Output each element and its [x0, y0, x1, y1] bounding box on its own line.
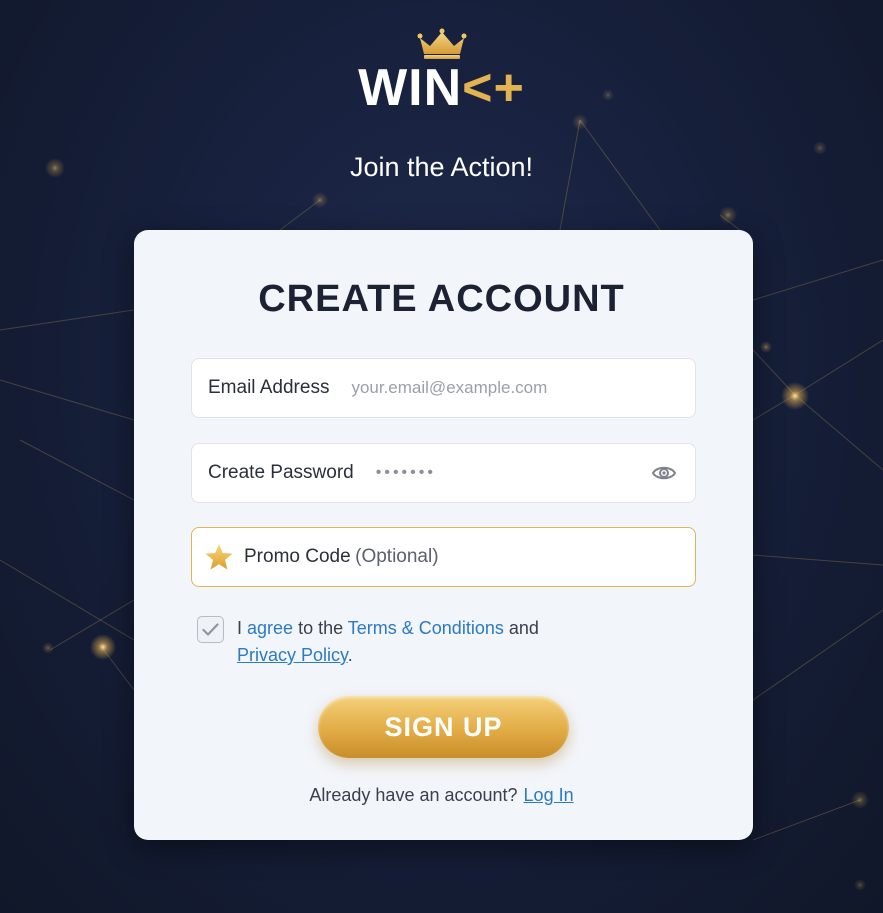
agree-end: .	[347, 645, 353, 665]
terms-agreement-text: I agree to the Terms & Conditions and Pri…	[237, 615, 617, 669]
agree-word: agree	[247, 618, 294, 638]
agree-prefix: I	[237, 618, 248, 638]
log-in-link[interactable]: Log In	[524, 785, 574, 805]
brand-logo: WIN<+	[0, 58, 883, 118]
email-label: Email Address	[208, 377, 330, 398]
promo-optional-hint: (Optional)	[355, 546, 439, 567]
terms-checkbox[interactable]	[197, 616, 224, 643]
logo-accent-text: <+	[462, 59, 525, 117]
login-prompt: Already have an account?	[309, 785, 518, 805]
crown-icon	[417, 28, 467, 59]
email-field[interactable]: Email Address	[191, 358, 696, 418]
agree-mid: to the	[293, 618, 348, 638]
eye-icon[interactable]	[651, 461, 677, 485]
password-field[interactable]: Create Password •••••••	[191, 443, 696, 503]
logo-main-text: WIN	[358, 59, 463, 117]
email-input[interactable]	[351, 373, 612, 403]
promo-label: Promo Code	[244, 546, 351, 567]
login-prompt-row: Already have an account? Log In	[0, 783, 883, 807]
sign-up-button[interactable]: SIGN UP	[318, 696, 569, 758]
form-title: CREATE ACCOUNT	[258, 278, 625, 320]
password-label: Create Password	[208, 462, 354, 483]
privacy-policy-link[interactable]: Privacy Policy	[237, 645, 348, 665]
agree-and: and	[503, 618, 539, 638]
tagline: Join the Action!	[349, 152, 534, 182]
password-input[interactable]: •••••••	[376, 464, 436, 482]
terms-link[interactable]: Terms & Conditions	[348, 618, 504, 638]
star-icon	[205, 544, 233, 570]
promo-code-field[interactable]: Promo Code (Optional)	[191, 527, 696, 587]
check-icon	[202, 622, 219, 636]
